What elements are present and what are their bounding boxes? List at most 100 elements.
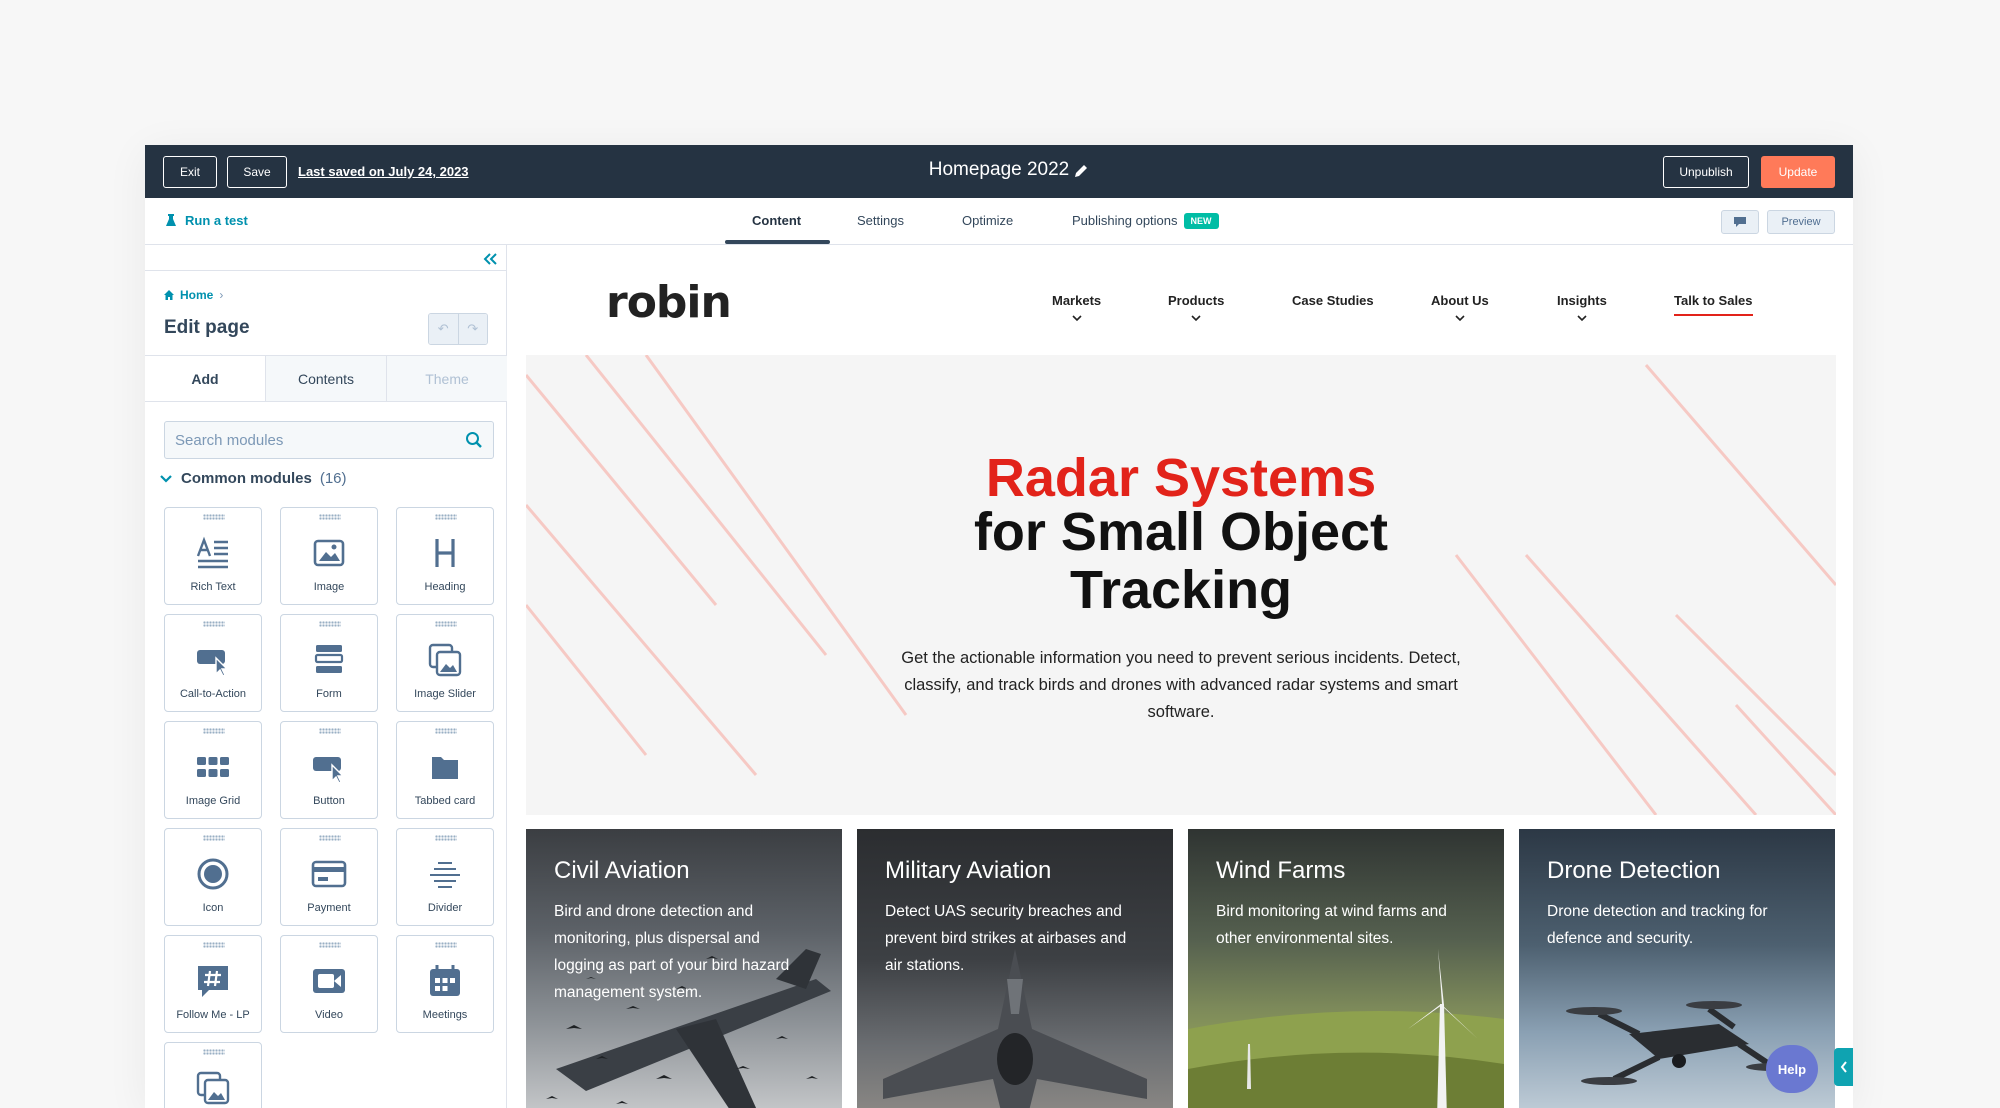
module-label: Image Slider [414,688,476,700]
nav-label: Insights [1557,293,1607,308]
button-icon [313,757,345,784]
card-text: Drone detection and tracking for defence… [1547,903,1768,947]
search-icon[interactable] [465,431,483,449]
tab-content[interactable]: Content [752,213,801,228]
update-button[interactable]: Update [1761,156,1835,188]
drag-handle[interactable] [203,942,225,948]
module-tabbed-card[interactable]: Tabbed card [396,721,494,819]
module-label: Meetings [422,1009,468,1021]
comment-icon [1734,217,1746,227]
active-tab-indicator [725,240,830,244]
page-title[interactable]: Homepage 2022 [929,159,1070,180]
last-saved-link[interactable]: Last saved on July 24, 2023 [298,164,469,179]
module-label: Tabbed card [414,795,476,807]
module-label: Divider [427,902,463,914]
folder-icon [432,757,458,779]
undo-redo-group: ↶ ↷ [428,313,488,345]
drag-handle[interactable] [319,728,341,734]
module-rich-text[interactable]: Rich Text [164,507,262,605]
flask-icon [166,214,176,226]
unpublish-button[interactable]: Unpublish [1663,156,1749,188]
collapse-sidebar-icon[interactable] [481,250,499,268]
module-icon[interactable]: Icon [164,828,262,926]
tab-settings[interactable]: Settings [857,213,904,228]
drag-handle[interactable] [319,621,341,627]
card-title: Civil Aviation [554,857,690,884]
drag-handle[interactable] [319,514,341,520]
search-input[interactable] [175,431,465,449]
run-test-link[interactable]: Run a test [165,213,248,228]
nav-case-studies[interactable]: Case Studies [1292,293,1374,308]
pencil-icon[interactable] [1072,162,1090,180]
sidebar-divider [145,270,507,271]
sidebar-tab-add[interactable]: Add [145,356,265,401]
drag-handle[interactable] [203,514,225,520]
module-button[interactable]: Button [280,721,378,819]
module-heading[interactable]: Heading [396,507,494,605]
drag-handle[interactable] [319,835,341,841]
expand-panel-tab[interactable] [1834,1048,1853,1086]
module-payment[interactable]: Payment [280,828,378,926]
edit-sidebar: Home › Edit page ↶ ↷ Add Contents Theme … [145,245,507,1108]
breadcrumb-separator: › [219,288,224,302]
drag-handle[interactable] [435,621,457,627]
drag-handle[interactable] [203,621,225,627]
exit-button[interactable]: Exit [163,156,217,188]
drag-handle[interactable] [319,942,341,948]
nav-markets[interactable]: Markets [1052,293,1101,322]
tab-optimize[interactable]: Optimize [962,213,1013,228]
card-wind-farms[interactable]: Wind Farms Bird monitoring at wind farms… [1188,829,1504,1108]
module-call-to-action[interactable]: Call-to-Action [164,614,262,712]
module-image-slider[interactable]: Image Slider [396,614,494,712]
help-button[interactable]: Help [1766,1045,1818,1093]
drag-handle[interactable] [435,835,457,841]
sidebar-tab-theme[interactable]: Theme [386,356,507,401]
module-follow-me-lp[interactable]: Follow Me - LP [164,935,262,1033]
nav-products[interactable]: Products [1168,293,1224,322]
redo-icon[interactable]: ↷ [457,314,487,344]
drag-handle[interactable] [435,514,457,520]
page-canvas: robin Markets Products Case Studies Abou… [526,245,1836,1108]
drag-handle[interactable] [203,728,225,734]
module-meetings[interactable]: Meetings [396,935,494,1033]
module-form[interactable]: Form [280,614,378,712]
card-title: Wind Farms [1216,857,1346,884]
undo-icon[interactable]: ↶ [429,314,458,344]
chevron-down-icon [160,474,172,483]
tab-publishing-options[interactable]: Publishing options NEW [1072,213,1219,229]
calendar-icon [430,965,460,996]
hero-title-highlight: Radar Systems [985,448,1377,508]
module-image-grid[interactable]: Image Grid [164,721,262,819]
common-modules-toggle[interactable]: Common modules (16) [159,470,347,487]
image-icon [313,539,345,567]
drag-handle[interactable] [203,835,225,841]
nav-label: About Us [1431,293,1489,308]
breadcrumb[interactable]: Home › [164,288,223,302]
card-military-aviation[interactable]: Military Aviation Detect UAS security br… [857,829,1173,1108]
module-image-slider-2[interactable] [164,1042,262,1108]
drag-handle[interactable] [435,942,457,948]
module-divider[interactable]: Divider [396,828,494,926]
module-video[interactable]: Video [280,935,378,1033]
preview-button[interactable]: Preview [1767,210,1835,234]
chevron-down-icon [1191,315,1201,322]
nav-talk-to-sales[interactable]: Talk to Sales [1674,293,1753,316]
card-title: Military Aviation [885,857,1052,884]
nav-about-us[interactable]: About Us [1431,293,1489,322]
breadcrumb-home[interactable]: Home [180,288,213,302]
section-title: Common modules [181,470,312,487]
module-label: Heading [424,581,466,593]
divider-icon [430,862,460,888]
save-button[interactable]: Save [227,156,287,188]
drag-handle[interactable] [203,1049,225,1055]
module-image[interactable]: Image [280,507,378,605]
comment-button[interactable] [1721,210,1759,234]
site-logo[interactable]: robin [606,277,732,328]
sidebar-tab-contents[interactable]: Contents [265,356,386,401]
card-civil-aviation[interactable]: Civil Aviation Bird and drone detection … [526,829,842,1108]
module-label: Video [315,1009,343,1021]
drag-handle[interactable] [435,728,457,734]
hero-title-line-1: for Small Object [973,502,1389,562]
nav-insights[interactable]: Insights [1557,293,1607,322]
card-text: Bird and drone detection and monitoring,… [554,903,790,1001]
